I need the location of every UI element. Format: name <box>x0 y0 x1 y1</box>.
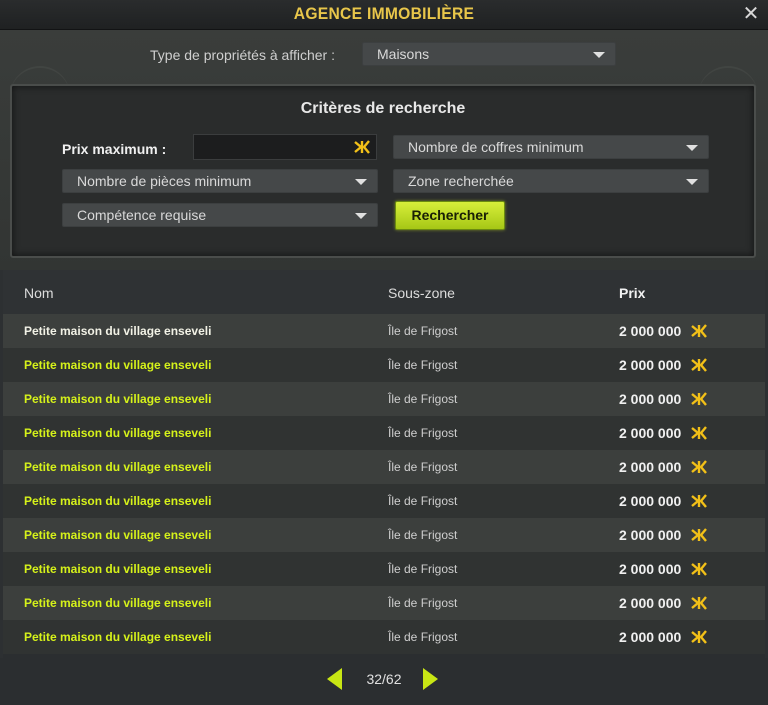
table-row[interactable]: Petite maison du village enseveli Île de … <box>3 620 765 654</box>
table-row[interactable]: Petite maison du village enseveli Île de … <box>3 450 765 484</box>
window-title: AGENCE IMMOBILIÈRE <box>293 4 475 23</box>
row-zone: Île de Frigost <box>388 426 458 440</box>
row-price: 2 000 000 <box>619 561 682 577</box>
criteria-title: Critères de recherche <box>300 100 466 117</box>
pagination: 32/62 <box>0 658 768 705</box>
kama-icon <box>691 358 707 372</box>
row-price: 2 000 000 <box>619 357 682 373</box>
max-price-label: Prix maximum : <box>62 141 167 157</box>
property-type-select[interactable]: Maisons <box>362 42 616 66</box>
close-icon[interactable]: ✕ <box>740 3 762 25</box>
table-row[interactable]: Petite maison du village enseveli Île de … <box>3 518 765 552</box>
kama-icon <box>691 596 707 610</box>
row-name: Petite maison du village enseveli <box>24 324 212 338</box>
table-row[interactable]: Petite maison du village enseveli Île de … <box>3 314 765 348</box>
property-type-row: Type de propriétés à afficher : Maisons <box>0 42 768 68</box>
column-header-name[interactable]: Nom <box>24 285 54 301</box>
kama-icon <box>691 562 707 576</box>
search-button[interactable]: Rechercher <box>395 201 505 230</box>
row-price: 2 000 000 <box>619 323 682 339</box>
row-name: Petite maison du village enseveli <box>24 596 212 610</box>
row-price: 2 000 000 <box>619 493 682 509</box>
row-zone: Île de Frigost <box>388 596 458 610</box>
page-indicator: 32/62 <box>366 671 402 687</box>
real-estate-agency-window: AGENCE IMMOBILIÈRE ✕ Type de propriétés … <box>0 0 768 705</box>
column-header-zone[interactable]: Sous-zone <box>388 285 455 301</box>
arrow-right-icon[interactable] <box>423 668 438 690</box>
zone-value: Zone recherchée <box>408 173 514 189</box>
title-bar: AGENCE IMMOBILIÈRE ✕ <box>0 0 768 30</box>
row-price: 2 000 000 <box>619 391 682 407</box>
table-row[interactable]: Petite maison du village enseveli Île de … <box>3 586 765 620</box>
row-name: Petite maison du village enseveli <box>24 460 212 474</box>
chevron-down-icon <box>593 52 605 58</box>
kama-icon <box>691 528 707 542</box>
property-type-value: Maisons <box>377 46 430 62</box>
row-zone: Île de Frigost <box>388 494 458 508</box>
row-zone: Île de Frigost <box>388 324 458 338</box>
arrow-left-icon[interactable] <box>327 668 342 690</box>
table-row[interactable]: Petite maison du village enseveli Île de … <box>3 416 765 450</box>
table-row[interactable]: Petite maison du village enseveli Île de … <box>3 348 765 382</box>
row-name: Petite maison du village enseveli <box>24 358 212 372</box>
row-zone: Île de Frigost <box>388 392 458 406</box>
table-header: Nom Sous-zone Prix <box>3 270 765 314</box>
chevron-down-icon <box>686 145 698 151</box>
row-zone: Île de Frigost <box>388 358 458 372</box>
kama-icon <box>691 460 707 474</box>
kama-icon <box>691 630 707 644</box>
row-name: Petite maison du village enseveli <box>24 392 212 406</box>
min-chests-select[interactable]: Nombre de coffres minimum <box>393 135 709 159</box>
kama-icon <box>691 392 707 406</box>
row-name: Petite maison du village enseveli <box>24 494 212 508</box>
zone-select[interactable]: Zone recherchée <box>393 169 709 193</box>
property-type-label: Type de propriétés à afficher : <box>150 47 335 63</box>
row-price: 2 000 000 <box>619 629 682 645</box>
chevron-down-icon <box>355 213 367 219</box>
row-price: 2 000 000 <box>619 459 682 475</box>
row-zone: Île de Frigost <box>388 630 458 644</box>
row-name: Petite maison du village enseveli <box>24 630 212 644</box>
row-name: Petite maison du village enseveli <box>24 426 212 440</box>
skill-value: Compétence requise <box>77 207 207 223</box>
kama-icon <box>691 426 707 440</box>
row-name: Petite maison du village enseveli <box>24 562 212 576</box>
chevron-down-icon <box>686 179 698 185</box>
row-price: 2 000 000 <box>619 527 682 543</box>
table-row[interactable]: Petite maison du village enseveli Île de … <box>3 382 765 416</box>
column-header-price[interactable]: Prix <box>619 285 645 301</box>
kama-icon <box>691 494 707 508</box>
max-price-input[interactable] <box>193 134 377 160</box>
row-name: Petite maison du village enseveli <box>24 528 212 542</box>
row-price: 2 000 000 <box>619 595 682 611</box>
kama-icon <box>354 140 370 154</box>
kama-icon <box>691 324 707 338</box>
table-row[interactable]: Petite maison du village enseveli Île de … <box>3 484 765 518</box>
row-zone: Île de Frigost <box>388 460 458 474</box>
skill-select[interactable]: Compétence requise <box>62 203 378 227</box>
search-criteria-panel: Critères de recherche Prix maximum : Nom… <box>10 84 756 258</box>
min-rooms-value: Nombre de pièces minimum <box>77 173 252 189</box>
row-price: 2 000 000 <box>619 425 682 441</box>
row-zone: Île de Frigost <box>388 562 458 576</box>
min-rooms-select[interactable]: Nombre de pièces minimum <box>62 169 378 193</box>
min-chests-value: Nombre de coffres minimum <box>408 139 584 155</box>
table-row[interactable]: Petite maison du village enseveli Île de … <box>3 552 765 586</box>
results-table: Nom Sous-zone Prix Petite maison du vill… <box>3 270 765 658</box>
row-zone: Île de Frigost <box>388 528 458 542</box>
chevron-down-icon <box>355 179 367 185</box>
